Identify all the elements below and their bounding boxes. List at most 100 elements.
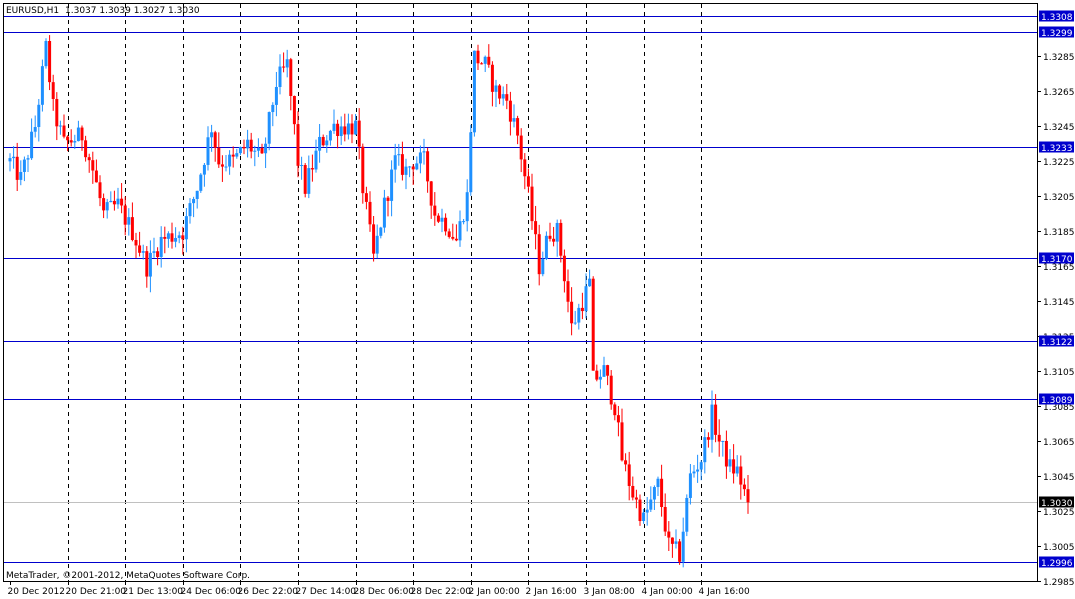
candle-body [508,100,512,122]
candle [472,50,476,137]
candle-body [123,205,127,225]
candle-body [742,484,746,490]
candle-body [710,404,714,440]
candle-body [433,205,437,216]
time-tick-label: 26 Dec 22:00 [238,587,299,597]
candle-body [138,245,142,253]
candle-body [102,198,106,211]
candle-body [739,466,743,485]
candle-body [494,85,498,92]
candle-body [530,186,534,222]
candle-body [483,56,487,64]
candle-body [303,165,307,194]
candle-body [256,147,260,151]
candle-body [555,222,559,242]
level-label: 1.3308 [1041,13,1073,23]
candle-body [357,120,361,147]
candle-body [84,140,88,158]
candle-body [566,281,570,302]
candle-body [415,163,419,170]
candle-body [487,56,491,65]
candle [199,173,203,193]
candle-body [120,198,124,206]
candle-body [620,422,624,461]
candle-body [426,151,430,182]
candle-body [436,215,440,222]
candle-body [699,462,703,470]
candle-body [674,541,678,544]
price-tick-label: 1.3065 [1043,438,1075,448]
candle-body [44,41,48,67]
candle-body [577,307,581,323]
candle-body [231,154,235,157]
candle-body [94,170,98,183]
candle-body [339,126,343,137]
candle-body [408,166,412,168]
candle-body [271,104,275,113]
candle-body [354,120,358,135]
candle-body [328,130,332,141]
candle-body [462,221,466,223]
candle-body [184,216,188,240]
candle-body [559,222,563,256]
candle-body [105,202,109,211]
candle [678,538,682,565]
candle-body [76,127,80,142]
candle-body [634,497,638,500]
candle-body [127,217,131,225]
candle-body [66,136,70,141]
candle-body [678,541,682,562]
candle-body [670,537,674,544]
candle-body [631,485,635,498]
candle-body [523,159,527,177]
candle-body [267,112,271,144]
candle-body [220,164,224,167]
candle-body [534,221,538,235]
candle-body [217,147,221,165]
candle-body [246,139,250,149]
candle-body [22,159,26,172]
candle-body [278,66,282,87]
candle-body [469,132,473,193]
price-tick-label: 1.3105 [1043,368,1075,378]
candle-body [714,404,718,435]
candle-body [80,127,84,141]
candle [609,370,613,410]
candle-body [375,235,379,254]
candle-body [580,307,584,312]
price-tick-label: 1.3145 [1043,298,1075,308]
candle-body [454,238,458,241]
candle-body [336,123,340,137]
candle-body [318,136,322,151]
chart-background [0,0,1075,599]
candle-body [573,322,577,324]
candle-body [696,469,700,472]
candle-body [692,471,696,474]
candle-body [361,146,365,194]
candle-body [228,154,232,167]
level-label: 1.3299 [1041,29,1073,39]
candle-body [548,235,552,239]
price-tick-label: 1.3225 [1043,158,1075,168]
candle-body [526,176,530,187]
candle-body [537,234,541,275]
bid-label: 1.3030 [1041,499,1073,509]
candle-body [159,236,163,257]
candle-body [307,168,311,194]
candle-body [195,190,199,199]
candle-body [627,464,631,486]
candle-body [638,499,642,522]
level-label: 1.3170 [1041,255,1073,265]
candle-body [166,233,170,239]
symbol-label: EURUSD,H1 [6,6,59,16]
candle-body [516,118,520,136]
candle-body [447,231,451,237]
candle-body [652,487,656,500]
candle-body [440,217,444,222]
time-tick-label: 27 Dec 14:00 [296,587,357,597]
chart-window[interactable]: 1.3285 1.3265 1.3245 1.3225 1.3205 1.3185 1.31… [0,0,1075,599]
candle-body [397,154,401,156]
candle-body [717,434,721,442]
time-tick-label: 21 Dec 13:00 [123,587,184,597]
candle-body [91,160,95,171]
